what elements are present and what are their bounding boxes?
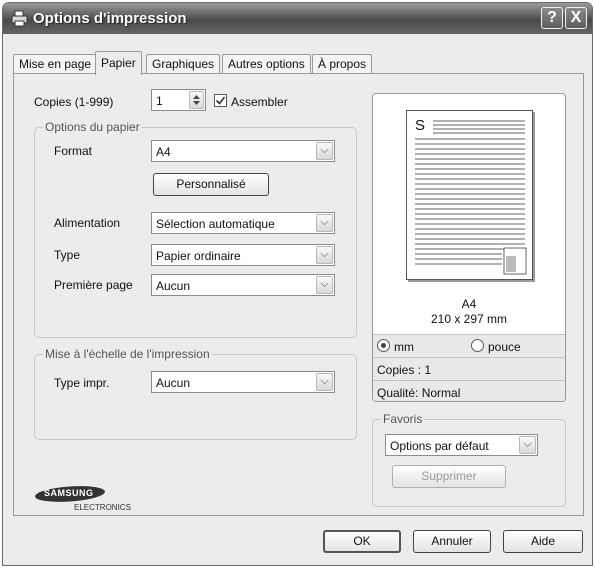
favorites-value: Options par défaut (390, 439, 489, 453)
chevron-down-icon[interactable]: ⌵ (316, 142, 333, 160)
chevron-down-icon[interactable]: ⌵ (316, 246, 333, 264)
help-button[interactable]: Aide (503, 530, 583, 553)
unit-mm-radio[interactable] (377, 339, 390, 352)
first-page-label: Première page (54, 278, 133, 292)
delete-favorite-button[interactable]: Supprimer (392, 465, 506, 488)
quality-info: Qualité: Normal (377, 386, 461, 400)
window-title: Options d'impression (33, 10, 187, 27)
paper-type-select[interactable]: Papier ordinaire ⌵ (151, 244, 335, 266)
unit-inch-label: pouce (488, 340, 521, 354)
chevron-down-icon[interactable]: ⌵ (316, 276, 333, 294)
close-title-button[interactable]: X (565, 7, 587, 29)
paper-options-legend: Options du papier (43, 120, 142, 134)
print-type-select[interactable]: Aucun ⌵ (151, 371, 335, 393)
format-value: A4 (156, 145, 171, 159)
copies-spinner[interactable]: 1 (151, 89, 206, 111)
help-title-button[interactable]: ? (541, 7, 563, 29)
chevron-down-icon[interactable]: ⌵ (316, 214, 333, 232)
copies-label: Copies (1-999) (34, 95, 114, 109)
help-icon: ? (547, 9, 557, 26)
first-page-select[interactable]: Aucun ⌵ (151, 274, 335, 296)
unit-inch-radio[interactable] (471, 339, 484, 352)
quality-info-row: Qualité: Normal (373, 380, 565, 401)
copies-info-row: Copies : 1 (373, 357, 565, 380)
title-bar[interactable]: Options d'impression ? X (3, 3, 592, 34)
format-label: Format (54, 144, 93, 158)
ok-button[interactable]: OK (323, 530, 401, 553)
tab-a-propos[interactable]: À propos (312, 54, 373, 74)
scaling-legend: Mise à l'échelle de l'impression (43, 347, 212, 361)
favorites-legend: Favoris (381, 412, 425, 426)
samsung-brand: SAMSUNG (44, 488, 94, 498)
tab-graphiques[interactable]: Graphiques (146, 54, 221, 74)
copies-spin-buttons[interactable] (189, 91, 204, 109)
chevron-down-icon[interactable]: ⌵ (316, 373, 333, 391)
paper-size-name: A4 (461, 297, 477, 311)
page-preview-panel: S A4 210 x 297 mm mm pouce Copies: 1 Qu… (372, 93, 566, 402)
collate-checkbox[interactable] (214, 94, 227, 107)
tab-autres-options[interactable]: Autres options (222, 54, 311, 74)
tab-mise-en-page[interactable]: Mise en page (13, 54, 98, 74)
source-label: Alimentation (54, 216, 121, 230)
print-options-window: Options d'impression ? X Mise en page Pa… (2, 2, 593, 566)
printer-icon (11, 10, 28, 27)
source-value: Sélection automatique (156, 217, 275, 231)
cancel-button[interactable]: Annuler (413, 530, 491, 553)
first-page-value: Aucun (156, 279, 191, 293)
page-preview-sheet: S (406, 110, 533, 280)
paper-type-value: Papier ordinaire (156, 249, 241, 263)
unit-mm-label: mm (394, 340, 414, 354)
print-type-label: Type impr. (54, 376, 110, 390)
chevron-down-icon[interactable]: ⌵ (519, 436, 536, 454)
scaling-group: Mise à l'échelle de l'impression (34, 347, 357, 440)
collate-label: Assembler (231, 95, 288, 109)
tab-papier[interactable]: Papier (95, 51, 142, 75)
samsung-logo: SAMSUNG ELECTRONICS (34, 486, 144, 512)
print-type-value: Aucun (156, 376, 191, 390)
copies-value: 1 (156, 94, 163, 108)
custom-size-button[interactable]: Personnalisé (153, 173, 269, 196)
favorites-select[interactable]: Options par défaut ⌵ (385, 434, 538, 456)
format-select[interactable]: A4 ⌵ (151, 140, 335, 162)
close-icon: X (570, 9, 582, 26)
papier-panel: Copies (1-999) 1 Assembler Options du pa… (13, 73, 584, 516)
paper-size-dims: 210 x 297 mm (430, 312, 508, 326)
copies-info: Copies : 1 (377, 363, 432, 377)
favorites-group: Favoris (372, 412, 566, 507)
spin-arrows-icon (193, 95, 200, 105)
source-select[interactable]: Sélection automatique ⌵ (151, 212, 335, 234)
checkmark-icon (215, 96, 226, 105)
samsung-sub: ELECTRONICS (74, 503, 131, 512)
paper-type-label: Type (54, 248, 81, 262)
text-lines-icon (415, 120, 527, 275)
units-row: mm pouce (373, 334, 565, 357)
